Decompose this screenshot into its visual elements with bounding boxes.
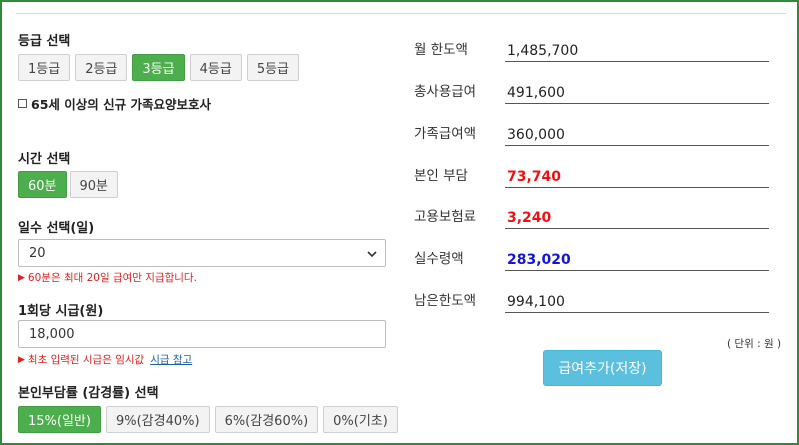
days-note-text: 60분은 최대 20일 급여만 지급합니다. <box>27 272 197 284</box>
copay-option-button[interactable]: 0%(기초) <box>323 406 398 433</box>
grade-option-button[interactable]: 5등급 <box>246 54 300 81</box>
grade-option-button[interactable]: 2등급 <box>75 54 128 81</box>
warning-triangle-icon: ▶ <box>18 354 25 365</box>
time-option-button[interactable]: 60분 <box>18 171 67 198</box>
monthly-limit-label: 월 한도액 <box>414 42 468 58</box>
hourly-reference-link[interactable]: 시급 참고 <box>150 352 192 367</box>
total-benefit-label: 총사용급여 <box>414 84 477 100</box>
time-option-button[interactable]: 90분 <box>69 171 119 198</box>
copay-button-group: 15%(일반) 9%(감경40%) 6%(감경60%) 0%(기초) <box>18 406 398 433</box>
grade-option-button[interactable]: 4등급 <box>189 54 242 81</box>
self-burden-value: 73,740 <box>505 164 769 188</box>
days-select-value: 20 <box>29 245 46 261</box>
days-note: ▶ 60분은 최대 20일 급여만 지급합니다. <box>18 270 197 285</box>
total-benefit-value: 491,600 <box>505 80 769 104</box>
time-button-group: 60분 90분 <box>18 171 119 198</box>
monthly-limit-value: 1,485,700 <box>505 38 769 62</box>
hourly-note-text: 최초 입력된 시급은 임시값 <box>27 354 145 366</box>
chevron-down-icon <box>367 251 377 258</box>
senior-checkbox-label: 65세 이상의 신규 가족요양보호사 <box>31 97 211 112</box>
remaining-limit-label: 남은한도액 <box>414 293 477 309</box>
employment-insurance-label: 고용보험료 <box>414 209 477 225</box>
copay-option-button[interactable]: 9%(감경40%) <box>105 406 210 433</box>
copay-option-button[interactable]: 15%(일반) <box>18 406 101 433</box>
grade-option-button[interactable]: 1등급 <box>18 54 71 81</box>
senior-checkbox-row[interactable]: 65세 이상의 신규 가족요양보호사 <box>18 94 211 113</box>
hourly-input-value: 18,000 <box>29 326 75 342</box>
time-label: 시간 선택 <box>18 152 71 167</box>
family-benefit-value: 360,000 <box>505 122 769 146</box>
remaining-limit-value: 994,100 <box>505 289 769 313</box>
employment-insurance-value: 3,240 <box>505 205 769 229</box>
top-divider <box>16 13 786 14</box>
family-benefit-label: 가족급여액 <box>414 126 477 142</box>
unit-note: ( 단위 : 원 ) <box>727 338 782 350</box>
copay-label: 본인부담률 (감경률) 선택 <box>18 386 159 401</box>
grade-label: 등급 선택 <box>18 34 71 49</box>
save-button[interactable]: 급여추가(저장) <box>543 350 662 386</box>
net-pay-label: 실수령액 <box>414 251 464 267</box>
copay-option-button[interactable]: 6%(감경60%) <box>214 406 319 433</box>
hourly-label: 1회당 시급(원) <box>18 304 104 319</box>
hourly-note: ▶ 최초 입력된 시급은 임시값 시급 참고 <box>18 352 192 367</box>
senior-checkbox[interactable] <box>18 99 27 108</box>
warning-triangle-icon: ▶ <box>18 272 25 283</box>
net-pay-value: 283,020 <box>505 247 769 271</box>
grade-option-button[interactable]: 3등급 <box>132 54 185 81</box>
days-select[interactable]: 20 <box>18 239 386 267</box>
days-label: 일수 선택(일) <box>18 221 95 236</box>
grade-button-group: 1등급 2등급 3등급 4등급 5등급 <box>18 54 300 81</box>
self-burden-label: 본인 부담 <box>414 168 468 184</box>
hourly-input[interactable]: 18,000 <box>18 320 386 348</box>
